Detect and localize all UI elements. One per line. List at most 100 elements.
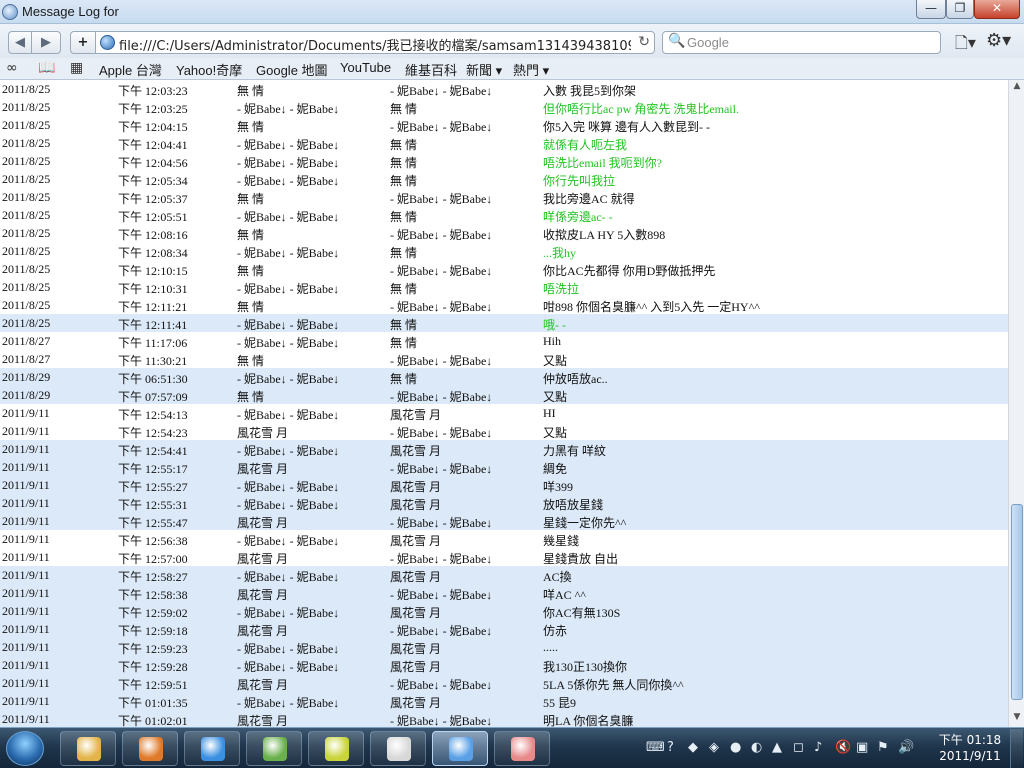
- tray-icon[interactable]: 🔇: [835, 740, 851, 755]
- vertical-scrollbar[interactable]: ▲ ▼: [1008, 80, 1024, 727]
- row-date: 2011/9/11: [2, 694, 50, 708]
- scroll-up-icon[interactable]: ▲: [1011, 81, 1023, 95]
- bookmarks-bar: ∞ 📖 ▦ Apple 台灣 Yahoo!奇摩 Google 地圖 YouTub…: [0, 58, 1024, 80]
- row-date: 2011/9/11: [2, 622, 50, 636]
- tray-icon[interactable]: ♪: [814, 740, 822, 755]
- glasses-icon[interactable]: ∞: [6, 60, 18, 76]
- taskbar-button[interactable]: [60, 731, 116, 766]
- tray-icon[interactable]: ◐: [751, 740, 762, 755]
- row-message: 星錢一定你先^^: [543, 516, 627, 530]
- taskbar-button[interactable]: [432, 731, 488, 766]
- row-time: 下午 12:59:51: [118, 678, 188, 692]
- clock[interactable]: 下午 01:18 2011/9/11: [935, 732, 1005, 764]
- table-row: 2011/8/25 下午 12:10:31 - 妮Babe↓ - 妮Babe↓ 無 情…: [0, 278, 1008, 296]
- table-row: 2011/8/29 下午 06:51:30 - 妮Babe↓ - 妮Babe↓ 無 情…: [0, 368, 1008, 386]
- tray-icon[interactable]: ⌨: [646, 740, 665, 755]
- tray-icon[interactable]: 🔊: [898, 740, 914, 755]
- taskbar-button[interactable]: [184, 731, 240, 766]
- row-sender: 無 情: [237, 228, 265, 242]
- row-sender: 風花雪 月: [237, 588, 289, 602]
- bookmark-apple[interactable]: Apple 台灣: [99, 60, 162, 79]
- table-row: 2011/9/11 下午 12:55:47 風花雪 月 - 妮Babe↓ - 妮Bab…: [0, 512, 1008, 530]
- row-sender: - 妮Babe↓ - 妮Babe↓: [237, 642, 340, 656]
- row-date: 2011/8/25: [2, 82, 51, 96]
- taskbar-button[interactable]: [122, 731, 178, 766]
- tray-icon[interactable]: ▲: [772, 740, 782, 755]
- row-time: 下午 12:59:23: [118, 642, 188, 656]
- row-message: 明LA 你個名臭臁: [543, 714, 634, 727]
- maximize-button[interactable]: ❐: [946, 0, 974, 19]
- tray-icon[interactable]: ●: [730, 740, 741, 755]
- tray-icon[interactable]: ◻: [793, 740, 804, 755]
- row-date: 2011/8/29: [2, 370, 51, 384]
- table-row: 2011/9/11 下午 12:59:18 風花雪 月 - 妮Babe↓ - 妮Bab…: [0, 620, 1008, 638]
- row-date: 2011/8/25: [2, 280, 51, 294]
- tray-icon[interactable]: ▣: [856, 740, 868, 755]
- new-tab-button[interactable]: +: [70, 31, 96, 54]
- row-recipient: - 妮Babe↓ - 妮Babe↓: [390, 228, 493, 242]
- row-recipient: 無 情: [390, 210, 418, 224]
- row-sender: 風花雪 月: [237, 624, 289, 638]
- book-icon[interactable]: 📖: [38, 60, 55, 76]
- tray-icon[interactable]: ◈: [709, 740, 719, 755]
- search-input[interactable]: 🔍 Google: [662, 31, 941, 54]
- taskbar: ⌨? ◆ ◈ ● ◐ ▲ ◻ ♪ 🔇 ▣ ⚑ 🔊 下午 01:18 2011/9/11: [0, 727, 1024, 768]
- taskbar-button[interactable]: [308, 731, 364, 766]
- row-recipient: - 妮Babe↓ - 妮Babe↓: [390, 714, 493, 727]
- bookmark-popular-menu[interactable]: 熱門 ▾: [513, 60, 549, 79]
- taskbar-button[interactable]: [370, 731, 426, 766]
- gear-icon[interactable]: ⚙▾: [986, 30, 1016, 52]
- row-time: 下午 06:51:30: [118, 372, 188, 386]
- bookmark-news-menu[interactable]: 新聞 ▾: [466, 60, 502, 79]
- row-recipient: - 妮Babe↓ - 妮Babe↓: [390, 516, 493, 530]
- row-message: 我130正130換你: [543, 660, 628, 674]
- address-bar[interactable]: file:///C:/Users/Administrator/Documents…: [95, 31, 655, 54]
- row-recipient: 風花雪 月: [390, 498, 442, 512]
- grid-icon[interactable]: ▦: [70, 60, 83, 76]
- row-date: 2011/8/25: [2, 298, 51, 312]
- row-recipient: 風花雪 月: [390, 480, 442, 494]
- search-placeholder: Google: [687, 35, 729, 50]
- row-recipient: 風花雪 月: [390, 606, 442, 620]
- row-date: 2011/9/11: [2, 406, 50, 420]
- tray-icon[interactable]: ⚑: [877, 740, 889, 755]
- table-row: 2011/8/25 下午 12:11:41 - 妮Babe↓ - 妮Babe↓ 無 情…: [0, 314, 1008, 332]
- table-row: 2011/8/25 下午 12:10:15 無 情 - 妮Babe↓ - 妮Babe↓…: [0, 260, 1008, 278]
- table-row: 2011/9/11 下午 12:57:00 風花雪 月 - 妮Babe↓ - 妮Bab…: [0, 548, 1008, 566]
- row-recipient: - 妮Babe↓ - 妮Babe↓: [390, 192, 493, 206]
- page-menu-icon[interactable]: 🗋▾: [955, 32, 979, 52]
- row-sender: 風花雪 月: [237, 516, 289, 530]
- forward-button[interactable]: ▶: [31, 31, 61, 54]
- bookmark-google-maps[interactable]: Google 地圖: [256, 60, 328, 79]
- minimize-button[interactable]: —: [916, 0, 946, 19]
- bookmark-youtube[interactable]: YouTube: [340, 60, 391, 75]
- bookmark-yahoo[interactable]: Yahoo!奇摩: [176, 60, 242, 79]
- reload-icon[interactable]: ↻: [638, 34, 650, 50]
- row-message: 唔洗比email 我呃到你?: [543, 156, 662, 170]
- table-row: 2011/8/25 下午 12:04:41 - 妮Babe↓ - 妮Babe↓ 無 情…: [0, 134, 1008, 152]
- start-button[interactable]: [6, 731, 44, 766]
- tray-icon[interactable]: ?: [667, 740, 674, 755]
- row-message: 收揿皮LA HY 5入數898: [543, 228, 666, 242]
- show-desktop-button[interactable]: [1010, 729, 1023, 768]
- close-button[interactable]: ✕: [974, 0, 1020, 19]
- scroll-down-icon[interactable]: ▼: [1011, 712, 1023, 726]
- back-button[interactable]: ◀: [8, 31, 32, 54]
- table-row: 2011/9/11 下午 12:54:13 - 妮Babe↓ - 妮Babe↓ 風花雪…: [0, 404, 1008, 422]
- tray-icon[interactable]: ◆: [688, 740, 698, 755]
- taskbar-button[interactable]: [494, 731, 550, 766]
- row-sender: - 妮Babe↓ - 妮Babe↓: [237, 534, 340, 548]
- row-message: 綢免: [543, 462, 568, 476]
- row-recipient: - 妮Babe↓ - 妮Babe↓: [390, 678, 493, 692]
- table-row: 2011/9/11 下午 01:01:35 - 妮Babe↓ - 妮Babe↓ 風花雪…: [0, 692, 1008, 710]
- address-text[interactable]: file:///C:/Users/Administrator/Documents…: [119, 35, 631, 54]
- row-time: 下午 12:54:41: [118, 444, 188, 458]
- row-date: 2011/9/11: [2, 532, 50, 546]
- taskbar-button[interactable]: [246, 731, 302, 766]
- row-date: 2011/8/25: [2, 190, 51, 204]
- row-message: 你行先叫我拉: [543, 174, 616, 188]
- scroll-thumb[interactable]: [1011, 504, 1023, 700]
- counter-strike-icon: [387, 737, 411, 761]
- table-row: 2011/9/11 下午 12:54:41 - 妮Babe↓ - 妮Babe↓ 風花雪…: [0, 440, 1008, 458]
- bookmark-wikipedia[interactable]: 維基百科: [405, 60, 457, 79]
